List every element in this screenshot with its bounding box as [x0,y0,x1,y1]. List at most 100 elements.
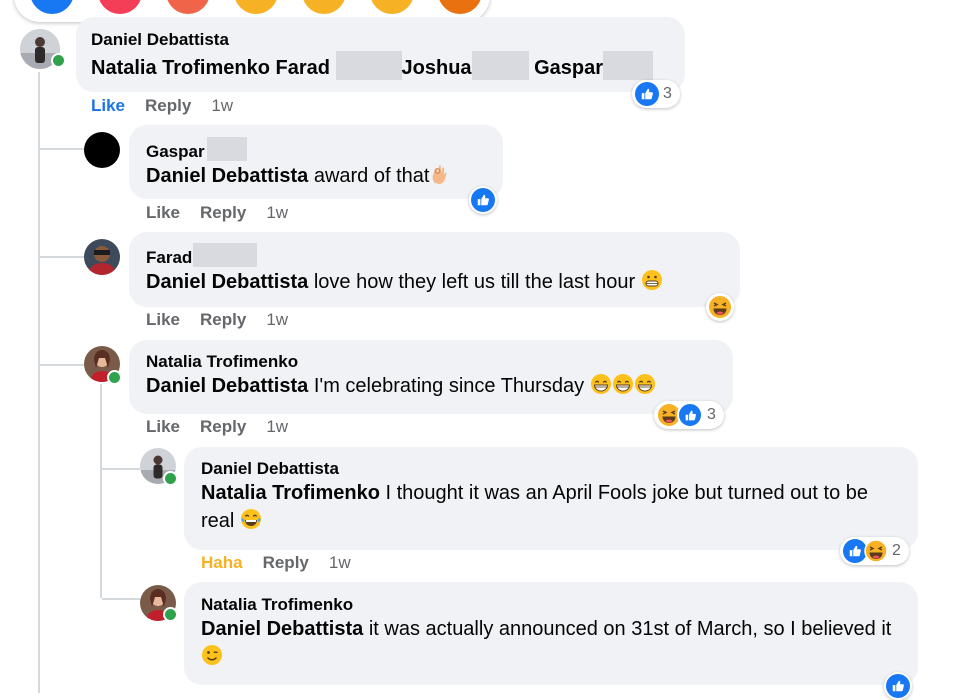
like-icon [677,402,703,428]
sad-icon[interactable] [370,0,414,14]
reaction-summary[interactable]: 3 [654,401,724,429]
mention-link[interactable]: Daniel Debattista [146,165,308,187]
timestamp[interactable]: 1w [211,96,233,115]
reaction-count: 2 [892,542,901,559]
like-icon[interactable] [30,0,74,14]
haha-icon [708,295,732,319]
redacted-block [335,51,402,80]
comment-text: Daniel Debattista love how they left us … [146,268,726,299]
mention-link[interactable]: Daniel Debattista [201,618,363,640]
reaction-summary[interactable] [706,293,734,321]
comment-actions: Like Reply 1w [146,310,308,330]
reply-button[interactable]: Reply [200,203,246,222]
like-button[interactable]: Like [91,96,125,115]
avatar[interactable] [84,132,120,168]
timestamp[interactable]: 1w [266,310,288,329]
comment-bubble: Daniel Debattista Natalia Trofimenko I t… [184,447,918,550]
comment-actions: Like Reply 1w [146,203,308,223]
haha-icon [864,539,888,563]
mention-link[interactable]: Natalia Trofimenko [201,482,380,504]
timestamp[interactable]: 1w [329,553,351,572]
comment-author[interactable]: Daniel Debattista [91,29,671,50]
timestamp[interactable]: 1w [266,417,288,436]
redacted-block [206,137,247,161]
comment-actions: Like Reply 1w [91,96,253,116]
ok-hand-icon [429,163,451,193]
mention-link[interactable]: Natalia Trofimenko [91,57,270,79]
comment-body: I'm celebrating since Thursday [313,375,585,397]
comment-author: Gaspar [146,137,489,162]
comment-text: Natalia Trofimenko Farad Joshua Gaspar [91,51,671,82]
comment-body: love how they left us till the last hour [313,271,636,293]
comment-bubble: Daniel Debattista Natalia Trofimenko Far… [76,17,685,92]
comment-author-link[interactable]: Gaspar [146,142,205,161]
comment-actions: Like Reply 1w [146,417,308,437]
joy-face-icon [240,508,262,538]
online-indicator [163,607,178,622]
timestamp[interactable]: 1w [266,203,288,222]
wow-icon[interactable] [302,0,346,14]
comment-bubble: Farad Daniel Debattista love how they le… [129,232,740,307]
haha-icon[interactable] [234,0,278,14]
care-icon[interactable] [166,0,210,14]
thread-branch-4 [102,468,140,470]
comment-text: Natalia Trofimenko I thought it was an A… [201,479,902,538]
online-indicator [107,370,122,385]
thread-line-main [38,72,40,693]
comment-body: it was actually announced on 31st of Mar… [368,618,892,640]
reply-button[interactable]: Reply [200,310,246,329]
like-button[interactable]: Like [146,310,180,329]
like-icon [886,674,910,698]
online-indicator [163,471,178,486]
comment-author[interactable]: Natalia Trofimenko [201,594,902,615]
comment-author-link[interactable]: Farad [146,248,192,267]
like-button[interactable]: Haha [201,553,243,572]
comment-text: Daniel Debattista award of that [146,162,489,193]
grimacing-face-icon [641,269,663,299]
avatar[interactable] [84,239,120,275]
mention-link[interactable]: Farad [276,57,330,79]
thread-branch-5 [102,598,140,600]
grinning-face-icon [634,373,656,403]
online-indicator [51,53,66,68]
thread-branch-3 [40,364,84,366]
thread-line-nested [100,384,102,598]
comment-text: Daniel Debattista it was actually announ… [201,615,902,674]
comment-text: Daniel Debattista I'm celebrating since … [146,372,719,403]
reply-button[interactable]: Reply [145,96,191,115]
comment-bubble: Natalia Trofimenko Daniel Debattista I'm… [129,340,733,414]
reaction-summary[interactable] [469,186,497,214]
mention-link[interactable]: Daniel Debattista [146,375,308,397]
comment-actions: Haha Reply 1w [201,553,371,573]
comment-bubble: Gaspar Daniel Debattista award of that [129,125,503,199]
mention-link[interactable]: Daniel Debattista [146,271,308,293]
reaction-summary[interactable]: 3 [632,80,680,108]
comment-bubble: Natalia Trofimenko Daniel Debattista it … [184,582,918,685]
like-icon [635,82,659,106]
mention-link[interactable]: Gaspar [534,57,603,79]
reaction-summary[interactable]: 2 [840,537,909,565]
grinning-face-icon [612,373,634,403]
reaction-count: 3 [663,85,672,102]
comment-author[interactable]: Daniel Debattista [201,458,902,479]
comment-body: award of that [313,165,430,187]
grinning-face-icon [590,373,612,403]
wink-face-icon [201,644,223,674]
thread-branch-2 [40,256,84,258]
redacted-block [603,51,654,80]
comment-author: Farad [146,243,726,268]
reaction-count: 3 [707,406,716,423]
reply-button[interactable]: Reply [263,553,309,572]
redacted-block [193,243,258,267]
like-icon [471,188,495,212]
reaction-summary[interactable] [884,672,912,700]
redacted-block [471,51,529,80]
reply-button[interactable]: Reply [200,417,246,436]
like-button[interactable]: Like [146,203,180,222]
love-icon[interactable] [98,0,142,14]
mention-link[interactable]: Joshua [402,57,472,79]
comment-author[interactable]: Natalia Trofimenko [146,351,719,372]
angry-icon[interactable] [438,0,482,14]
thread-branch-1 [40,148,84,150]
like-button[interactable]: Like [146,417,180,436]
